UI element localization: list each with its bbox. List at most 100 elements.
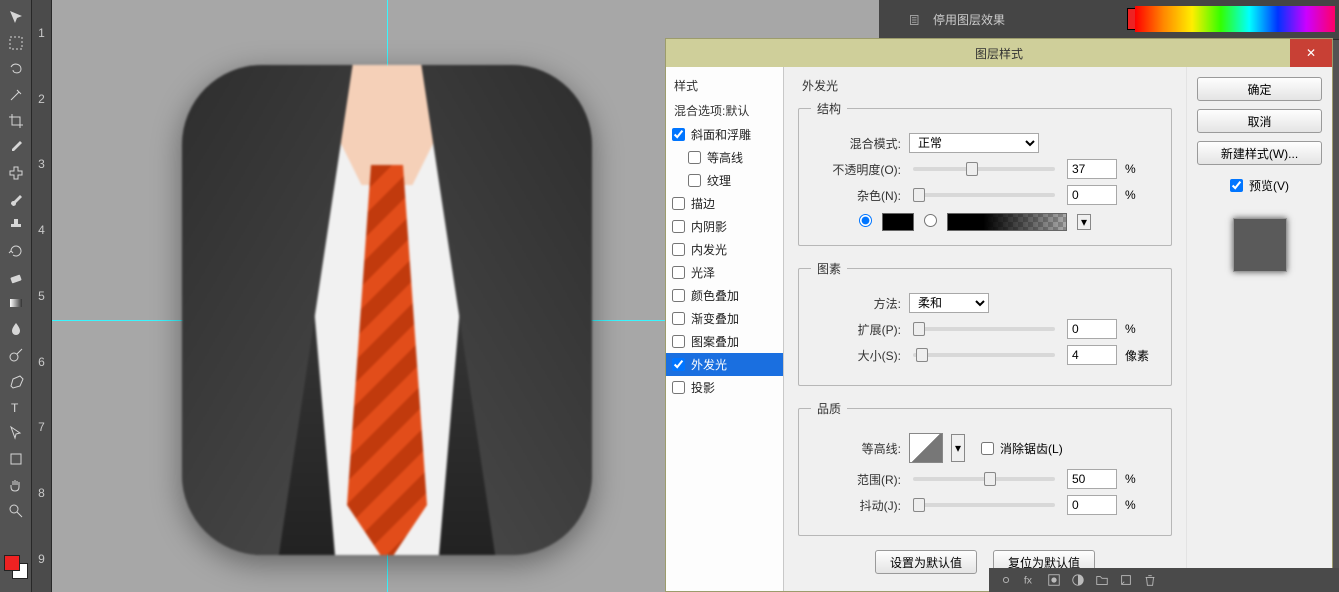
jitter-slider[interactable] [913, 503, 1055, 507]
style-label-innersh: 内阴影 [691, 218, 727, 235]
style-checkbox-stroke[interactable] [672, 197, 685, 210]
size-input[interactable] [1067, 345, 1117, 365]
set-default-button[interactable]: 设置为默认值 [875, 550, 977, 574]
style-checkbox-colorov[interactable] [672, 289, 685, 302]
dialog-close-button[interactable]: ✕ [1290, 39, 1332, 67]
type-tool[interactable]: T [4, 395, 28, 419]
style-checkbox-pattov[interactable] [672, 335, 685, 348]
fg-bg-swatch[interactable] [4, 555, 28, 579]
styles-header[interactable]: 样式 [666, 73, 783, 98]
blur-tool[interactable] [4, 317, 28, 341]
history-brush-tool[interactable] [4, 239, 28, 263]
ok-button[interactable]: 确定 [1197, 77, 1322, 101]
style-checkbox-innergl[interactable] [672, 243, 685, 256]
eraser-tool[interactable] [4, 265, 28, 289]
spread-slider[interactable] [913, 327, 1055, 331]
blend-mode-select[interactable]: 正常 [909, 133, 1039, 153]
quality-legend: 品质 [811, 400, 847, 417]
style-item-innersh[interactable]: 内阴影 [666, 215, 783, 238]
style-item-pattov[interactable]: 图案叠加 [666, 330, 783, 353]
style-label-bevel: 斜面和浮雕 [691, 126, 751, 143]
hand-tool[interactable] [4, 473, 28, 497]
cancel-button[interactable]: 取消 [1197, 109, 1322, 133]
path-select-tool[interactable] [4, 421, 28, 445]
dialog-titlebar[interactable]: 图层样式 ✕ [666, 39, 1332, 67]
style-checkbox-contour[interactable] [688, 151, 701, 164]
antialias-checkbox[interactable]: 消除锯齿(L) [981, 440, 1159, 457]
gradient-tool[interactable] [4, 291, 28, 315]
style-item-outergl[interactable]: 外发光 [666, 353, 783, 376]
size-slider[interactable] [913, 353, 1055, 357]
gradient-dropdown-icon[interactable]: ▾ [1077, 214, 1091, 230]
options-panel: 外发光 结构 混合模式: 正常 不透明度(O): % 杂色(N): [784, 67, 1186, 591]
mask-icon[interactable] [1047, 573, 1061, 587]
preview-checkbox[interactable]: 预览(V) [1197, 177, 1322, 194]
style-checkbox-bevel[interactable] [672, 128, 685, 141]
lasso-tool[interactable] [4, 57, 28, 81]
style-item-colorov[interactable]: 颜色叠加 [666, 284, 783, 307]
jitter-input[interactable] [1067, 495, 1117, 515]
glow-color-solid-radio[interactable] [859, 214, 872, 230]
blend-mode-label: 混合模式: [811, 135, 901, 152]
style-item-innergl[interactable]: 内发光 [666, 238, 783, 261]
range-input[interactable] [1067, 469, 1117, 489]
dodge-tool[interactable] [4, 343, 28, 367]
glow-gradient-chip[interactable] [947, 213, 1067, 231]
heal-tool[interactable] [4, 161, 28, 185]
style-checkbox-outergl[interactable] [672, 358, 685, 371]
quality-group: 品质 等高线: ▾ 消除锯齿(L) 范围(R): % 抖动(J): [798, 400, 1172, 536]
glow-color-chip[interactable] [882, 213, 914, 231]
glow-color-gradient-radio[interactable] [924, 214, 937, 230]
style-checkbox-texture[interactable] [688, 174, 701, 187]
eyedropper-tool[interactable] [4, 135, 28, 159]
disable-layer-fx-label[interactable]: 停用图层效果 [933, 11, 1005, 28]
move-tool[interactable] [4, 5, 28, 29]
style-checkbox-satin[interactable] [672, 266, 685, 279]
opacity-input[interactable] [1067, 159, 1117, 179]
style-item-contour[interactable]: 等高线 [666, 146, 783, 169]
style-checkbox-gradov[interactable] [672, 312, 685, 325]
link-icon[interactable] [999, 573, 1013, 587]
foreground-color-chip[interactable] [4, 555, 20, 571]
spread-input[interactable] [1067, 319, 1117, 339]
style-item-stroke[interactable]: 描边 [666, 192, 783, 215]
range-slider[interactable] [913, 477, 1055, 481]
color-spectrum[interactable] [1135, 6, 1335, 32]
style-item-satin[interactable]: 光泽 [666, 261, 783, 284]
noise-input[interactable] [1067, 185, 1117, 205]
styles-list: 样式 混合选项:默认 斜面和浮雕等高线纹理描边内阴影内发光光泽颜色叠加渐变叠加图… [666, 67, 784, 591]
style-checkbox-innersh[interactable] [672, 220, 685, 233]
trash-icon[interactable] [1143, 573, 1157, 587]
dialog-button-column: 确定 取消 新建样式(W)... 预览(V) [1186, 67, 1332, 591]
new-style-button[interactable]: 新建样式(W)... [1197, 141, 1322, 165]
style-item-texture[interactable]: 纹理 [666, 169, 783, 192]
structure-group: 结构 混合模式: 正常 不透明度(O): % 杂色(N): [798, 100, 1172, 246]
fx-icon[interactable]: fx [1023, 573, 1037, 587]
pen-tool[interactable] [4, 369, 28, 393]
new-layer-icon[interactable] [1119, 573, 1133, 587]
technique-select[interactable]: 柔和 [909, 293, 989, 313]
style-checkbox-dropsh[interactable] [672, 381, 685, 394]
crop-tool[interactable] [4, 109, 28, 133]
shape-tool[interactable] [4, 447, 28, 471]
style-item-dropsh[interactable]: 投影 [666, 376, 783, 399]
brush-tool[interactable] [4, 187, 28, 211]
contour-picker[interactable] [909, 433, 943, 463]
marquee-tool[interactable] [4, 31, 28, 55]
svg-text:fx: fx [1024, 575, 1033, 587]
style-label-colorov: 颜色叠加 [691, 287, 739, 304]
style-item-gradov[interactable]: 渐变叠加 [666, 307, 783, 330]
artwork-suit-icon [182, 65, 592, 555]
folder-icon[interactable] [1095, 573, 1109, 587]
adjustment-icon[interactable] [1071, 573, 1085, 587]
blend-options-default[interactable]: 混合选项:默认 [666, 98, 783, 123]
style-item-bevel[interactable]: 斜面和浮雕 [666, 123, 783, 146]
wand-tool[interactable] [4, 83, 28, 107]
noise-slider[interactable] [913, 193, 1055, 197]
stamp-tool[interactable] [4, 213, 28, 237]
contour-dropdown-icon[interactable]: ▾ [951, 434, 965, 462]
style-label-satin: 光泽 [691, 264, 715, 281]
zoom-tool[interactable] [4, 499, 28, 523]
opacity-slider[interactable] [913, 167, 1055, 171]
size-label: 大小(S): [811, 347, 901, 364]
